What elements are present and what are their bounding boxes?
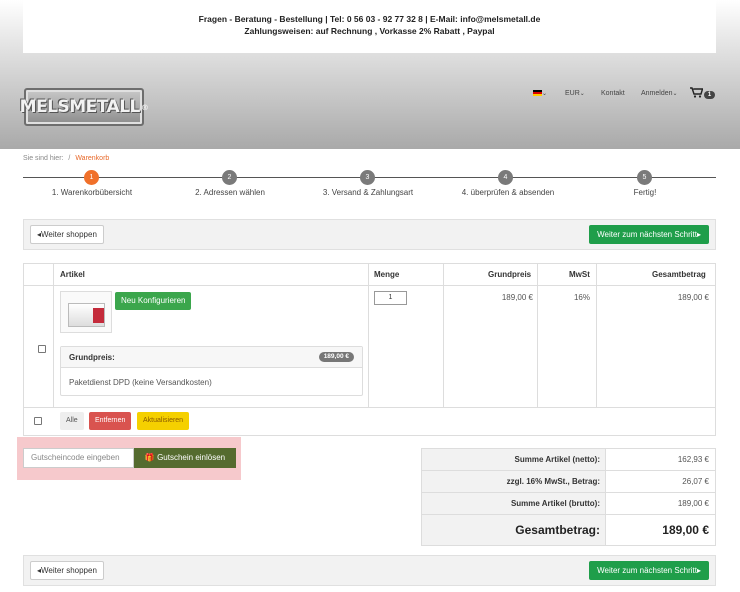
column-quantity: Menge [374,270,400,279]
select-all-button[interactable]: Alle [60,412,84,430]
cart-count-badge: 1 [704,91,715,99]
breadcrumb-prefix: Sie sind hier: [23,155,64,162]
continue-shopping-button[interactable]: ◂Weiter shoppen [30,561,104,580]
select-all-checkbox[interactable] [34,417,42,425]
safe-door [93,308,104,323]
german-flag-icon [533,90,542,97]
gross-sum-label: Summe Artikel (brutto): [422,493,606,514]
base-price-badge: 189,00 € [318,352,354,362]
step-2-indicator: 2 [222,170,237,185]
login-dropdown[interactable]: Anmelden⌄ [641,88,678,100]
item-base-price: 189,00 € [501,293,533,302]
logo-text: MELSMETALL [19,97,141,117]
item-vat: 16% [573,293,590,302]
chevron-down-icon: ⌄ [579,91,585,97]
step-4-label: 4. überprüfen & absenden [461,188,555,197]
shipping-info: Paketdienst DPD (keine Versandkosten) [69,378,212,387]
step-3-label: 3. Versand & Zahlungsart [322,188,414,197]
continue-shopping-label: Weiter shoppen [41,230,97,239]
vat-amount-value: 26,07 € [682,477,709,486]
grand-total-row: Gesamtbetrag: 189,00 € [422,515,715,545]
step-4-indicator: 4 [498,170,513,185]
gift-icon: 🎁 [144,453,155,462]
quantity-input[interactable]: 1 [374,291,407,305]
top-action-bar: ◂Weiter shoppen Weiter zum nächsten Schr… [23,219,716,250]
grand-total-value: 189,00 € [662,523,709,537]
logo-registered-mark: ® [140,102,149,112]
chevron-down-icon: ⌄ [542,91,548,97]
gross-sum-value: 189,00 € [677,499,709,508]
reconfigure-button[interactable]: Neu Konfigurieren [115,292,192,310]
caret-right-icon: ▸ [696,566,701,575]
net-sum-value: 162,93 € [677,455,709,464]
cart-item-row: Neu Konfigurieren Grundpreis: 189,00 € P… [24,286,715,408]
item-select-checkbox[interactable] [38,345,46,353]
breadcrumb-current[interactable]: Warenkorb [75,155,109,162]
redeem-coupon-button[interactable]: 🎁 Gutschein einlösen [134,448,236,468]
order-totals: Summe Artikel (netto): 162,93 € zzgl. 16… [421,448,716,546]
step-2-label: 2. Adressen wählen [195,188,265,197]
continue-shopping-button[interactable]: ◂Weiter shoppen [30,225,104,244]
totals-row: zzgl. 16% MwSt., Betrag: 26,07 € [422,471,715,493]
step-1-label: 1. Warenkorbübersicht [51,188,133,197]
column-article: Artikel [60,270,85,279]
step-5-label: Fertig! [633,188,657,197]
next-step-label: Weiter zum nächsten Schritt [597,230,697,239]
grand-total-label: Gesamtbetrag: [422,515,606,545]
item-detail-header: Grundpreis: 189,00 € [61,347,362,368]
item-total: 189,00 € [677,293,709,302]
remove-button[interactable]: Entfernen [89,412,132,430]
contact-info-box: Fragen - Beratung - Bestellung | Tel: 0 … [23,0,716,53]
column-vat: MwSt [569,270,590,279]
login-label: Anmelden [641,90,673,97]
product-image[interactable] [60,291,112,333]
cart-table: Artikel Menge Grundpreis MwSt Gesamtbetr… [23,263,716,436]
step-3-indicator: 3 [360,170,375,185]
currency-selector[interactable]: EUR⌄ [565,88,585,100]
redeem-coupon-label: Gutschein einlösen [157,453,226,462]
totals-row: Summe Artikel (brutto): 189,00 € [422,493,715,515]
totals-row: Summe Artikel (netto): 162,93 € [422,449,715,471]
cart-table-footer: Alle Entfernen Aktualisieren [24,408,715,435]
next-step-button[interactable]: Weiter zum nächsten Schritt▸ [589,561,709,580]
language-selector[interactable]: ⌄ [533,88,547,100]
payment-info-line: Zahlungsweisen: auf Rechnung , Vorkasse … [244,26,495,36]
safe-image [68,303,105,327]
currency-label: EUR [565,90,580,97]
next-step-label: Weiter zum nächsten Schritt [597,566,697,575]
coupon-code-input[interactable]: Gutscheincode eingeben [23,448,134,468]
caret-right-icon: ▸ [696,230,701,239]
contact-info-line: Fragen - Beratung - Bestellung | Tel: 0 … [198,14,541,24]
step-1-indicator: 1 [84,170,99,185]
breadcrumb-separator: / [68,155,71,162]
contact-link[interactable]: Kontakt [601,88,625,100]
continue-shopping-label: Weiter shoppen [41,566,97,575]
column-base-price: Grundpreis [488,270,532,279]
chevron-down-icon: ⌄ [672,91,678,97]
column-total: Gesamtbetrag [652,270,706,279]
item-detail-panel: Grundpreis: 189,00 € Paketdienst DPD (ke… [60,346,363,396]
update-button[interactable]: Aktualisieren [137,412,190,430]
bottom-action-bar: ◂Weiter shoppen Weiter zum nächsten Schr… [23,555,716,586]
shopping-cart-icon[interactable] [690,87,704,101]
net-sum-label: Summe Artikel (netto): [422,449,606,470]
site-logo[interactable]: MELSMETALL ® [20,88,149,126]
base-price-label: Grundpreis: [69,353,115,362]
breadcrumb: Sie sind hier: / Warenkorb [23,155,109,162]
cart-table-header: Artikel Menge Grundpreis MwSt Gesamtbetr… [24,264,715,286]
vat-amount-label: zzgl. 16% MwSt., Betrag: [422,471,606,492]
step-5-indicator: 5 [637,170,652,185]
next-step-button[interactable]: Weiter zum nächsten Schritt▸ [589,225,709,244]
